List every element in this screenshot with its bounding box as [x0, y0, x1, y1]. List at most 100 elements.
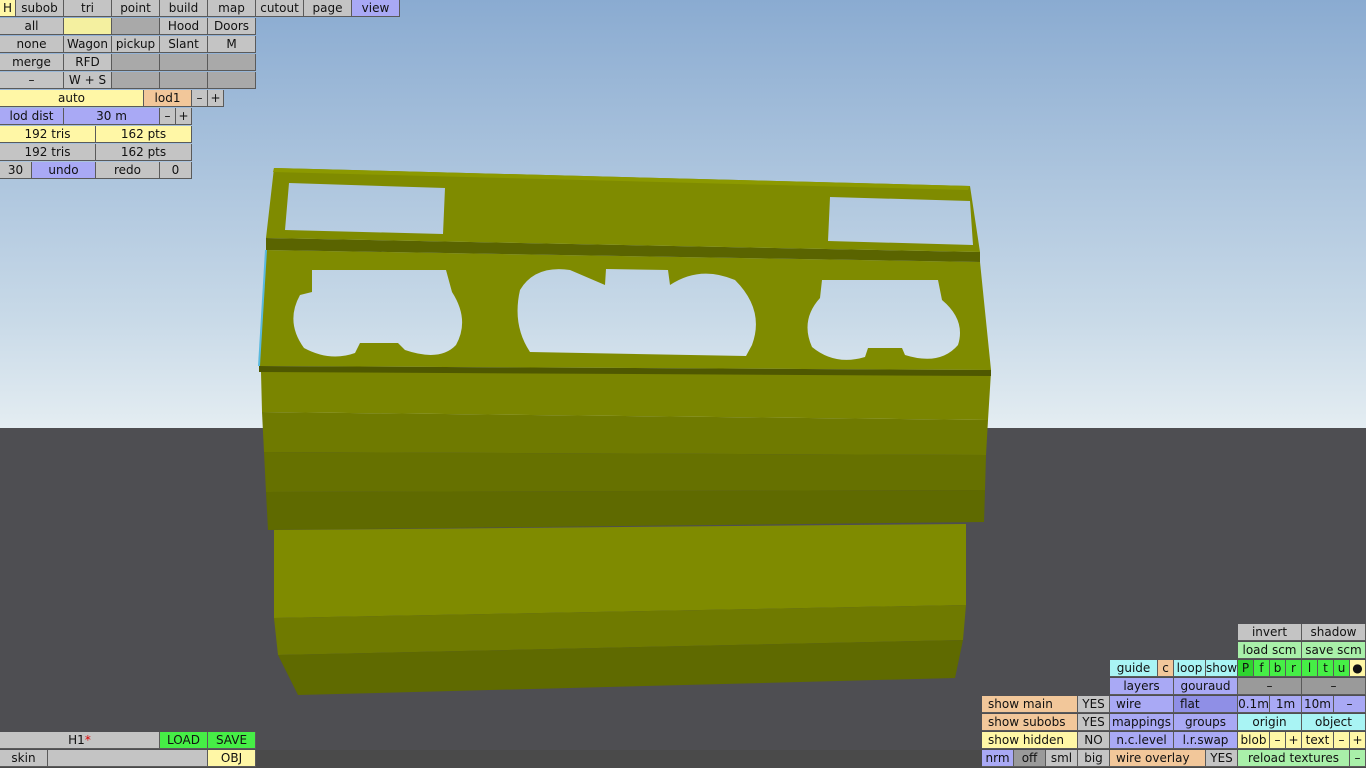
subobject-slot-empty[interactable]	[208, 54, 256, 71]
lod-dist-value[interactable]: 30 m	[64, 108, 160, 125]
nrm-button[interactable]: nrm	[982, 750, 1014, 767]
mappings-button[interactable]: mappings	[1110, 714, 1174, 731]
lod-auto-button[interactable]: auto	[0, 90, 144, 107]
wire-button[interactable]: wire	[1110, 696, 1174, 713]
guide-button[interactable]: guide	[1110, 660, 1158, 677]
viewport-3d[interactable]	[0, 0, 1366, 768]
wire-overlay-toggle[interactable]: YES	[1206, 750, 1238, 767]
subobject-rfd[interactable]: RFD	[64, 54, 112, 71]
shadow-button[interactable]: shadow	[1302, 624, 1366, 641]
subobject-doors[interactable]: Doors	[208, 18, 256, 35]
show-hidden-label[interactable]: show hidden	[982, 732, 1078, 749]
reload-textures-minus-button[interactable]: –	[1350, 750, 1366, 767]
subobject-wagon[interactable]: Wagon	[64, 36, 112, 53]
reload-textures-button[interactable]: reload textures	[1238, 750, 1350, 767]
obj-export-button[interactable]: OBJ	[208, 750, 256, 767]
save-scm-button[interactable]: save scm	[1302, 642, 1366, 659]
merge-button[interactable]: merge	[0, 54, 64, 71]
nc-level-button[interactable]: n.c.level	[1110, 732, 1174, 749]
view-p-button[interactable]: P	[1238, 660, 1254, 677]
subobject-m[interactable]: M	[208, 36, 256, 53]
show-main-label[interactable]: show main	[982, 696, 1078, 713]
tri-count: 192 tris	[0, 126, 96, 143]
grid-01m-button[interactable]: 0.1m	[1238, 696, 1270, 713]
subobject-slot-empty[interactable]	[112, 54, 160, 71]
subobject-ws[interactable]: W + S	[64, 72, 112, 89]
blob-button[interactable]: blob	[1238, 732, 1270, 749]
point-mode-button[interactable]: point	[112, 0, 160, 17]
modified-indicator: *	[84, 733, 91, 747]
page-mode-button[interactable]: page	[304, 0, 352, 17]
text-button[interactable]: text	[1302, 732, 1334, 749]
lod-dist-plus-button[interactable]: +	[176, 108, 192, 125]
invert-button[interactable]: invert	[1238, 624, 1302, 641]
lod-level-button[interactable]: lod1	[144, 90, 192, 107]
show-main-toggle[interactable]: YES	[1078, 696, 1110, 713]
subobject-slot-empty[interactable]	[160, 54, 208, 71]
map-mode-button[interactable]: map	[208, 0, 256, 17]
subobject-slot-empty[interactable]	[64, 18, 112, 35]
h-button[interactable]: H	[0, 0, 16, 17]
view-mode-button[interactable]: view	[352, 0, 400, 17]
load-button[interactable]: LOAD	[160, 732, 208, 749]
dot-icon[interactable]: ●	[1350, 660, 1366, 677]
grid-minus-button[interactable]: –	[1334, 696, 1366, 713]
view-front-button[interactable]: f	[1254, 660, 1270, 677]
lod-minus-button[interactable]: –	[192, 90, 208, 107]
view-under-button[interactable]: u	[1334, 660, 1350, 677]
flat-button[interactable]: flat	[1174, 696, 1238, 713]
show-hidden-toggle[interactable]: NO	[1078, 732, 1110, 749]
text-plus-button[interactable]: +	[1350, 732, 1366, 749]
sml-button[interactable]: sml	[1046, 750, 1078, 767]
show-button[interactable]: show	[1206, 660, 1238, 677]
loop-button[interactable]: loop	[1174, 660, 1206, 677]
big-button[interactable]: big	[1078, 750, 1110, 767]
view-left-button[interactable]: l	[1302, 660, 1318, 677]
select-none-button[interactable]: none	[0, 36, 64, 53]
tri-mode-button[interactable]: tri	[64, 0, 112, 17]
show-subobs-toggle[interactable]: YES	[1078, 714, 1110, 731]
c-button[interactable]: c	[1158, 660, 1174, 677]
view-top-button[interactable]: t	[1318, 660, 1334, 677]
object-button[interactable]: object	[1302, 714, 1366, 731]
skin-name-field[interactable]	[48, 750, 208, 767]
dash-button-2[interactable]: –	[1302, 678, 1366, 695]
file-name-text: H1	[68, 733, 85, 747]
subobject-pickup[interactable]: pickup	[112, 36, 160, 53]
redo-button[interactable]: redo	[96, 162, 160, 179]
show-subobs-label[interactable]: show subobs	[982, 714, 1078, 731]
subobject-hood[interactable]: Hood	[160, 18, 208, 35]
lod-dist-minus-button[interactable]: –	[160, 108, 176, 125]
skin-button[interactable]: skin	[0, 750, 48, 767]
gouraud-button[interactable]: gouraud	[1174, 678, 1238, 695]
dash-button[interactable]: –	[0, 72, 64, 89]
undo-button[interactable]: undo	[32, 162, 96, 179]
build-mode-button[interactable]: build	[160, 0, 208, 17]
text-minus-button[interactable]: –	[1334, 732, 1350, 749]
cutout-mode-button[interactable]: cutout	[256, 0, 304, 17]
grid-10m-button[interactable]: 10m	[1302, 696, 1334, 713]
wire-overlay-label[interactable]: wire overlay	[1110, 750, 1206, 767]
load-scm-button[interactable]: load scm	[1238, 642, 1302, 659]
save-button[interactable]: SAVE	[208, 732, 256, 749]
layers-button[interactable]: layers	[1110, 678, 1174, 695]
groups-button[interactable]: groups	[1174, 714, 1238, 731]
dash-button-1[interactable]: –	[1238, 678, 1302, 695]
subobject-slant[interactable]: Slant	[160, 36, 208, 53]
blob-plus-button[interactable]: +	[1286, 732, 1302, 749]
select-all-button[interactable]: all	[0, 18, 64, 35]
view-back-button[interactable]: b	[1270, 660, 1286, 677]
origin-button[interactable]: origin	[1238, 714, 1302, 731]
subobject-slot-empty[interactable]	[160, 72, 208, 89]
lr-swap-button[interactable]: l.r.swap	[1174, 732, 1238, 749]
grid-1m-button[interactable]: 1m	[1270, 696, 1302, 713]
subobject-slot-empty[interactable]	[208, 72, 256, 89]
file-name[interactable]: H1*	[0, 732, 160, 749]
subobject-slot-empty[interactable]	[112, 18, 160, 35]
off-button[interactable]: off	[1014, 750, 1046, 767]
subobject-slot-empty[interactable]	[112, 72, 160, 89]
blob-minus-button[interactable]: –	[1270, 732, 1286, 749]
subob-mode-button[interactable]: subob	[16, 0, 64, 17]
view-right-button[interactable]: r	[1286, 660, 1302, 677]
lod-plus-button[interactable]: +	[208, 90, 224, 107]
